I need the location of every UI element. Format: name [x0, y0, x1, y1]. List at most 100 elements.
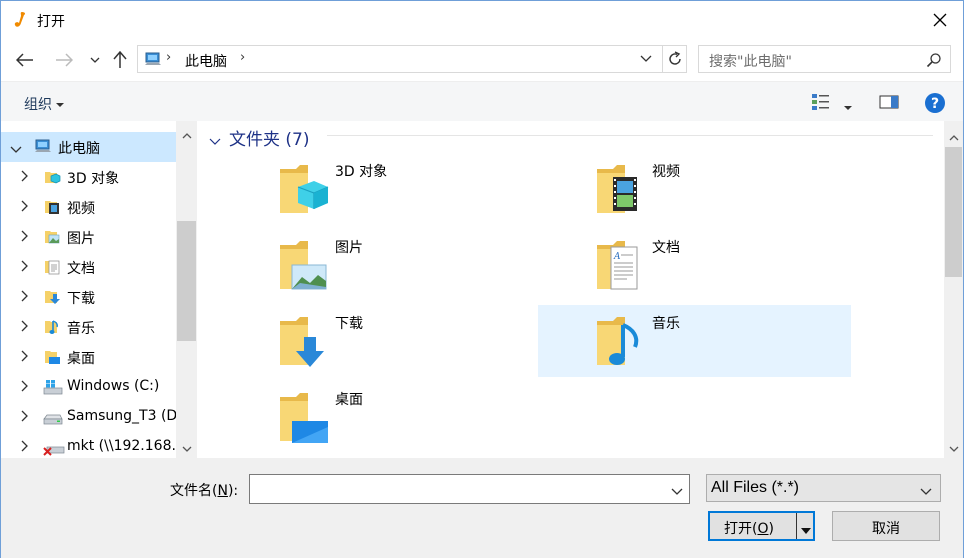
tree-item-downloads[interactable]: 下载: [1, 282, 176, 312]
address-bar[interactable]: › 此电脑 ›: [137, 45, 687, 73]
recent-locations-button[interactable]: [84, 49, 106, 71]
usb-drive-icon: [43, 408, 63, 426]
filename-input[interactable]: [252, 477, 666, 501]
view-menu-dropdown[interactable]: [844, 100, 852, 116]
downloads-folder-icon: [278, 311, 334, 371]
tree-item-label: 文档: [67, 261, 95, 277]
scroll-down-icon[interactable]: [949, 441, 959, 457]
filename-history-dropdown[interactable]: [671, 484, 683, 500]
tree-item-samsung-t3[interactable]: Samsung_T3 (D: [1, 402, 178, 432]
forward-arrow-icon: [56, 53, 73, 67]
preview-pane-icon: [879, 95, 899, 109]
chevron-right-icon[interactable]: [21, 320, 29, 336]
chevron-right-icon[interactable]: [21, 380, 29, 396]
pictures-folder-icon: [278, 235, 334, 295]
tree-item-3d-objects[interactable]: 3D 对象: [1, 162, 176, 192]
group-divider: [327, 135, 933, 136]
folder-tile-desktop[interactable]: 桌面: [221, 381, 534, 453]
open-button[interactable]: 打开(O): [708, 511, 815, 541]
3d-objects-icon: [43, 168, 61, 186]
tree-item-documents[interactable]: 文档: [1, 252, 176, 282]
scroll-down-icon[interactable]: [182, 441, 192, 457]
search-box[interactable]: 搜索"此电脑": [698, 45, 951, 73]
refresh-button[interactable]: [666, 50, 684, 72]
tree-item-label: Samsung_T3 (D: [67, 408, 178, 424]
folder-label: 3D 对象: [335, 164, 388, 180]
scroll-up-icon[interactable]: [949, 129, 959, 145]
chevron-right-icon[interactable]: [21, 230, 29, 246]
filename-combobox[interactable]: [249, 474, 690, 504]
folder-tile-videos[interactable]: 视频: [538, 153, 851, 225]
folder-label: 视频: [652, 164, 680, 180]
chevron-right-icon[interactable]: [21, 440, 29, 456]
folder-tile-3d-objects[interactable]: 3D 对象: [221, 153, 534, 225]
up-button[interactable]: [109, 49, 131, 71]
tree-item-label: 音乐: [67, 321, 95, 337]
tree-item-music[interactable]: 音乐: [1, 312, 176, 342]
folder-tile-downloads[interactable]: 下载: [221, 305, 534, 377]
breadcrumb-chevron-icon[interactable]: ›: [166, 50, 171, 65]
chevron-down-icon[interactable]: [920, 484, 932, 500]
tree-item-label: 视频: [67, 201, 95, 217]
tree-item-pictures[interactable]: 图片: [1, 222, 176, 252]
file-type-select[interactable]: All Files (*.*): [706, 474, 941, 502]
chevron-down-icon: [90, 57, 100, 63]
folder-tile-music[interactable]: 音乐: [538, 305, 851, 377]
app-icon: [13, 11, 29, 29]
chevron-right-icon[interactable]: [21, 260, 29, 276]
tree-item-desktop[interactable]: 桌面: [1, 342, 176, 372]
scrollbar-thumb[interactable]: [177, 221, 196, 341]
windows-drive-icon: [43, 378, 63, 396]
network-drive-disconnected-icon: [43, 438, 65, 456]
tree-item-label: 3D 对象: [67, 171, 120, 187]
tree-item-label: Windows (C:): [67, 378, 160, 394]
filename-label: 文件名(N):: [170, 483, 239, 499]
svg-text:A: A: [613, 252, 621, 262]
tree-item-windows-c[interactable]: Windows (C:): [1, 372, 176, 402]
back-button[interactable]: [14, 49, 36, 71]
tree-item-this-pc[interactable]: 此电脑: [1, 132, 176, 162]
folder-tile-pictures[interactable]: 图片: [221, 229, 534, 301]
file-type-value: All Files (*.*): [711, 479, 800, 496]
cancel-button[interactable]: 取消: [832, 511, 940, 541]
folder-tile-documents[interactable]: A 文档: [538, 229, 851, 301]
navigation-bar: › 此电脑 › 搜索"此电脑": [1, 39, 963, 81]
help-button[interactable]: ?: [924, 92, 946, 118]
folder-label: 桌面: [335, 392, 363, 408]
back-arrow-icon: [16, 53, 33, 67]
desktop-folder-icon: [278, 387, 334, 447]
chevron-down-icon[interactable]: [10, 142, 22, 158]
file-list-scrollbar[interactable]: [944, 121, 963, 458]
search-icon[interactable]: [926, 52, 942, 72]
chevron-up-icon[interactable]: [209, 133, 221, 149]
scrollbar-thumb[interactable]: [945, 147, 962, 277]
chevron-right-icon[interactable]: [21, 350, 29, 366]
chevron-down-icon: [640, 55, 652, 62]
close-button[interactable]: [917, 1, 963, 39]
scroll-up-icon[interactable]: [182, 127, 192, 143]
breadcrumb-this-pc[interactable]: 此电脑: [185, 51, 227, 71]
tree-item-label: 此电脑: [58, 141, 100, 157]
breadcrumb-chevron-icon[interactable]: ›: [240, 50, 245, 65]
tree-item-label: 图片: [67, 231, 95, 247]
change-view-button[interactable]: [811, 93, 831, 115]
chevron-right-icon[interactable]: [21, 170, 29, 186]
chevron-right-icon[interactable]: [21, 410, 29, 426]
videos-icon: [43, 198, 61, 216]
chevron-right-icon[interactable]: [21, 200, 29, 216]
open-options-dropdown[interactable]: [800, 523, 812, 539]
chevron-right-icon[interactable]: [21, 290, 29, 306]
address-history-dropdown[interactable]: [640, 50, 652, 70]
pc-icon: [144, 52, 162, 71]
file-list-pane: 文件夹 (7) 3D 对象 视频 图片 A 文档 下载 音乐 桌面: [197, 121, 944, 458]
tree-item-videos[interactable]: 视频: [1, 192, 176, 222]
dropdown-triangle-icon: [56, 103, 64, 107]
folder-label: 音乐: [652, 316, 680, 332]
videos-folder-icon: [595, 159, 651, 219]
forward-button[interactable]: [53, 49, 75, 71]
search-placeholder[interactable]: 搜索"此电脑": [709, 51, 792, 71]
navigation-pane-scrollbar[interactable]: [176, 121, 197, 458]
tree-item-label: 下载: [67, 291, 95, 307]
preview-pane-button[interactable]: [879, 95, 899, 113]
organize-menu-button[interactable]: 组织: [24, 94, 64, 114]
